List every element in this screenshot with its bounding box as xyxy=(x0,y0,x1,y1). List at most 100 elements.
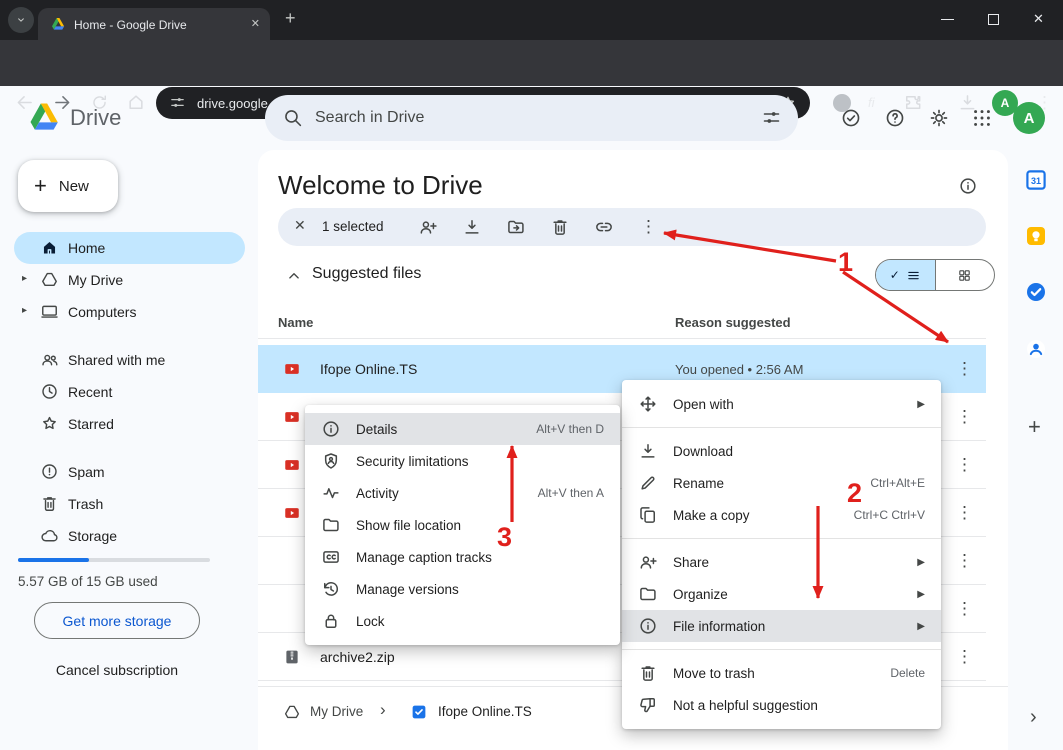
row-more-kebab[interactable]: ⋮ xyxy=(956,359,973,379)
browser-home-button[interactable] xyxy=(126,92,146,112)
offline-status-icon[interactable] xyxy=(840,107,862,129)
row-more-kebab[interactable]: ⋮ xyxy=(956,599,973,619)
sidebar-item-computers[interactable]: ▸ Computers xyxy=(14,296,245,328)
copy-link-icon[interactable] xyxy=(594,217,614,237)
submenu-item-details[interactable]: Details Alt+V then D xyxy=(305,413,620,445)
sidebar-item-home[interactable]: Home xyxy=(14,232,245,264)
submenu-arrow-icon: ▶ xyxy=(917,621,925,632)
view-toggle: ✓ xyxy=(875,259,995,291)
trash-icon xyxy=(638,663,658,683)
menu-item-not-helpful[interactable]: Not a helpful suggestion xyxy=(622,689,941,721)
new-button[interactable]: + New xyxy=(18,160,118,212)
window-minimize-button[interactable] xyxy=(941,19,954,20)
menu-item-move-to-trash[interactable]: Move to trash Delete xyxy=(622,657,941,689)
sidebar-item-trash[interactable]: Trash xyxy=(14,488,245,520)
row-more-kebab[interactable]: ⋮ xyxy=(956,407,973,427)
sidebar-item-spam[interactable]: Spam xyxy=(14,456,245,488)
list-view-button[interactable]: ✓ xyxy=(876,260,935,290)
tab-close-icon[interactable]: ✕ xyxy=(251,17,260,30)
my-drive-icon xyxy=(40,270,59,289)
submenu-item-lock[interactable]: Lock xyxy=(305,605,620,637)
search-input[interactable] xyxy=(315,105,715,131)
get-more-storage-button[interactable]: Get more storage xyxy=(34,602,200,639)
plus-icon: + xyxy=(34,173,47,199)
submenu-item-manage-caption-tracks[interactable]: Manage caption tracks xyxy=(305,541,620,573)
menu-item-label: Download xyxy=(673,444,733,459)
grid-view-button[interactable] xyxy=(935,260,995,290)
settings-gear-icon[interactable] xyxy=(928,107,950,129)
menu-item-organize[interactable]: Organize ▶ xyxy=(622,578,941,610)
side-panel-add-icon[interactable]: + xyxy=(1028,414,1041,440)
expand-caret-icon[interactable]: ▸ xyxy=(22,305,27,316)
share-person-add-icon[interactable] xyxy=(418,217,438,237)
sidebar-item-shared-with-me[interactable]: Shared with me xyxy=(14,344,245,376)
check-icon: ✓ xyxy=(890,268,900,282)
extensions-puzzle-icon[interactable] xyxy=(903,93,923,113)
row-more-kebab[interactable]: ⋮ xyxy=(956,455,973,475)
row-more-kebab[interactable]: ⋮ xyxy=(956,503,973,523)
move-to-folder-icon[interactable] xyxy=(506,217,526,237)
tab-search-button[interactable] xyxy=(8,7,34,33)
keep-icon[interactable] xyxy=(1024,224,1048,248)
toolbar-more-kebab[interactable]: ⋮ xyxy=(640,217,657,237)
menu-item-download[interactable]: Download xyxy=(622,435,941,467)
window-close-button[interactable]: ✕ xyxy=(1033,11,1044,27)
column-header-name[interactable]: Name xyxy=(278,315,313,330)
menu-item-label: Make a copy xyxy=(673,508,750,523)
sidebar-item-storage[interactable]: Storage xyxy=(14,520,245,552)
menu-divider xyxy=(622,427,941,428)
sidebar-item-recent[interactable]: Recent xyxy=(14,376,245,408)
search-options-tune-icon[interactable] xyxy=(761,107,782,128)
video-file-icon xyxy=(283,504,301,522)
row-more-kebab[interactable]: ⋮ xyxy=(956,647,973,667)
breadcrumb-root[interactable]: My Drive xyxy=(310,704,363,719)
menu-item-open-with[interactable]: Open with ▶ xyxy=(622,388,941,420)
menu-item-shortcut: Ctrl+C Ctrl+V xyxy=(854,508,925,522)
clear-selection-icon[interactable]: ✕ xyxy=(294,217,306,234)
column-header-reason[interactable]: Reason suggested xyxy=(675,315,791,330)
menu-item-rename[interactable]: Rename Ctrl+Alt+E xyxy=(622,467,941,499)
breadcrumb-current[interactable]: Ifope Online.TS xyxy=(438,704,532,719)
submenu-item-security-limitations[interactable]: Security limitations xyxy=(305,445,620,477)
cancel-subscription-link[interactable]: Cancel subscription xyxy=(0,662,234,678)
search-bar[interactable] xyxy=(265,95,798,141)
side-panel-expand-chevron[interactable]: › xyxy=(1030,706,1037,729)
help-icon[interactable] xyxy=(884,107,906,129)
page-info-icon[interactable] xyxy=(958,176,978,196)
submenu-item-manage-versions[interactable]: Manage versions xyxy=(305,573,620,605)
menu-item-make-a-copy[interactable]: Make a copy Ctrl+C Ctrl+V xyxy=(622,499,941,531)
browser-titlebar: Home - Google Drive ✕ + ✕ xyxy=(0,0,1063,40)
submenu-item-show-file-location[interactable]: Show file location xyxy=(305,509,620,541)
computer-icon xyxy=(40,302,59,321)
menu-item-label: Security limitations xyxy=(356,454,469,469)
new-tab-button[interactable]: + xyxy=(285,8,296,29)
not-helpful-icon xyxy=(638,695,658,715)
sidebar-item-label: Trash xyxy=(68,496,103,512)
sidebar-item-starred[interactable]: Starred xyxy=(14,408,245,440)
calendar-icon[interactable] xyxy=(1024,168,1048,192)
trash-icon[interactable] xyxy=(550,217,570,237)
menu-item-label: Manage caption tracks xyxy=(356,550,492,565)
drive-profile-avatar[interactable]: A xyxy=(1013,102,1045,134)
google-apps-grid-icon[interactable] xyxy=(971,107,993,129)
window-maximize-button[interactable] xyxy=(988,14,999,25)
collapse-section-chevron[interactable] xyxy=(285,267,303,285)
sidebar-item-my-drive[interactable]: ▸ My Drive xyxy=(14,264,245,296)
browser-tab[interactable]: Home - Google Drive ✕ xyxy=(38,8,270,40)
file-name: archive2.zip xyxy=(320,649,395,665)
contacts-icon[interactable] xyxy=(1024,337,1048,361)
menu-item-file-information[interactable]: File information ▶ xyxy=(622,610,941,642)
site-info-icon[interactable] xyxy=(169,94,186,111)
tasks-icon[interactable] xyxy=(1024,280,1048,304)
info-icon xyxy=(321,419,341,439)
row-more-kebab[interactable]: ⋮ xyxy=(956,551,973,571)
lock-icon xyxy=(321,611,341,631)
extension-fi-badge[interactable]: fi xyxy=(868,95,875,110)
search-icon[interactable] xyxy=(282,107,303,128)
download-icon[interactable] xyxy=(462,217,482,237)
my-drive-icon xyxy=(283,703,301,721)
submenu-item-activity[interactable]: Activity Alt+V then A xyxy=(305,477,620,509)
sidebar: + New Home ▸ My Drive ▸ Computers Shared… xyxy=(0,150,258,750)
menu-item-share[interactable]: Share ▶ xyxy=(622,546,941,578)
expand-caret-icon[interactable]: ▸ xyxy=(22,273,27,284)
